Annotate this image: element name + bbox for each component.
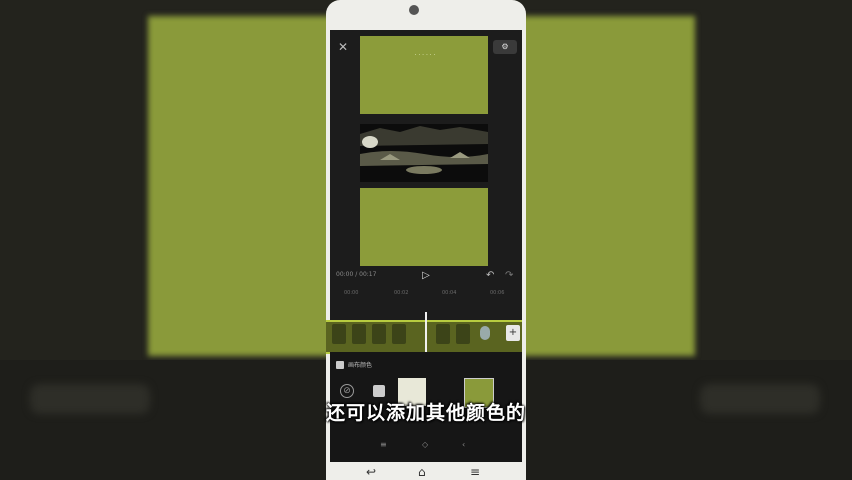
background-canvas-left	[148, 16, 338, 356]
color-picker-icon[interactable]	[373, 385, 385, 397]
camera-icon	[409, 5, 419, 15]
video-subtitle: 还可以添加其他颜色的	[325, 402, 526, 424]
recent-apps-icon[interactable]: ≡	[470, 466, 480, 478]
background-ghost-shape	[30, 384, 150, 414]
microphone-icon[interactable]	[480, 326, 490, 340]
canvas-bottom-area	[360, 188, 488, 266]
background-canvas-right	[515, 16, 695, 356]
back-icon[interactable]: ↩	[366, 466, 376, 478]
background-ghost-shape	[700, 384, 820, 414]
track-frame	[392, 324, 406, 344]
track-frame	[372, 324, 386, 344]
timecode: 00:00 / 00:17	[336, 271, 377, 278]
layers-icon	[336, 361, 344, 369]
video-title: · · · · · ·	[414, 52, 436, 59]
no-color-button[interactable]: ⊘	[340, 384, 354, 398]
add-clip-button[interactable]: +	[506, 325, 520, 341]
video-frame-image	[360, 124, 488, 182]
panel-tool-icon[interactable]: ◇	[422, 440, 428, 449]
track-frame	[332, 324, 346, 344]
redo-icon[interactable]: ↷	[505, 270, 513, 281]
track-frame	[352, 324, 366, 344]
ruler-mark: 00:04	[442, 290, 457, 296]
panel-tool-icon[interactable]: ≡	[380, 440, 387, 449]
undo-icon[interactable]: ↶	[486, 270, 494, 281]
play-button[interactable]: ▷	[420, 270, 432, 282]
video-track[interactable]	[326, 320, 522, 354]
track-frame	[456, 324, 470, 344]
video-preview[interactable]	[360, 124, 488, 182]
ruler-mark: 00:00	[344, 290, 359, 296]
timeline-ruler: 00:00 00:02 00:04 00:06	[330, 288, 522, 300]
close-button[interactable]: ✕	[336, 40, 350, 54]
canvas-top-area	[360, 36, 488, 114]
export-button[interactable]: ⚙	[493, 40, 517, 54]
ruler-mark: 00:06	[490, 290, 505, 296]
playhead[interactable]	[425, 312, 427, 356]
panel-tool-icon[interactable]: ‹	[462, 440, 465, 449]
system-nav-bar	[326, 462, 526, 480]
home-icon[interactable]: ⌂	[418, 466, 426, 478]
ruler-mark: 00:02	[394, 290, 409, 296]
track-frame	[436, 324, 450, 344]
panel-title: 画布颜色	[348, 362, 373, 369]
